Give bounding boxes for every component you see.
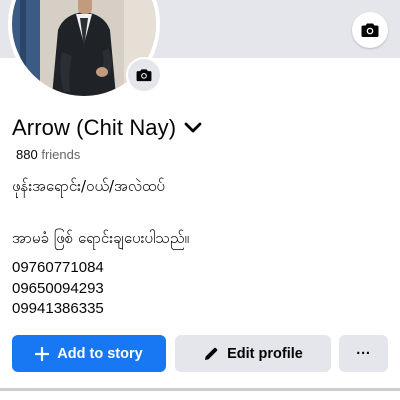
chevron-down-icon[interactable]: [184, 122, 202, 134]
edit-profile-label: Edit profile: [227, 345, 303, 362]
phone-number: 09760771084: [12, 259, 104, 276]
camera-icon: [136, 69, 152, 82]
profile-name: Arrow (Chit Nay): [12, 115, 177, 140]
edit-avatar-button[interactable]: [126, 57, 162, 93]
bio-line-2: အာမခံ ဖြစ် ရောင်းချပေးပါသည်။: [12, 229, 190, 247]
section-gap: [0, 391, 400, 400]
add-to-story-button[interactable]: Add to story: [12, 335, 166, 372]
more-icon: ···: [356, 345, 371, 362]
more-options-button[interactable]: ···: [339, 335, 388, 372]
friends-number: 880: [16, 147, 38, 162]
add-to-story-label: Add to story: [57, 345, 143, 362]
edit-cover-button[interactable]: [352, 12, 388, 48]
edit-profile-button[interactable]: Edit profile: [175, 335, 331, 372]
phone-number: 09650094293: [12, 279, 104, 297]
pencil-icon: [205, 347, 218, 360]
profile-name-row[interactable]: Arrow (Chit Nay): [12, 114, 202, 142]
phone-number: 09941386335: [12, 300, 104, 317]
phone-list: 09760771084 09650094293 09941386335: [12, 258, 104, 320]
camera-icon: [361, 23, 379, 37]
friends-count[interactable]: 880 friends: [16, 147, 80, 162]
bio-line-1: ဖုန်းအရောင်း/ဝယ်/အလဲထပ်: [12, 177, 165, 195]
plus-icon: [35, 346, 50, 361]
friends-label: friends: [41, 147, 81, 162]
